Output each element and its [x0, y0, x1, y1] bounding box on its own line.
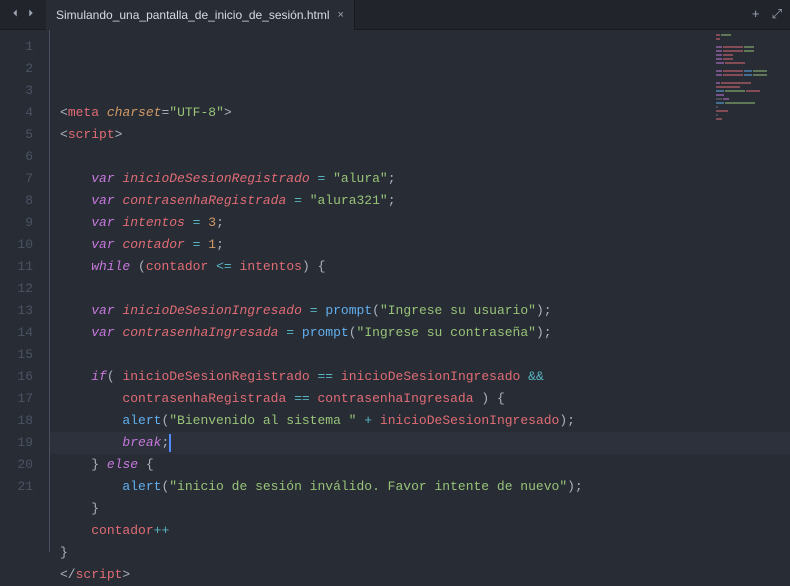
line-number: 7: [0, 168, 33, 190]
code-line[interactable]: var contrasenhaRegistrada = "alura321";: [50, 190, 790, 212]
text-cursor: [169, 434, 171, 452]
code-line[interactable]: }: [50, 542, 790, 564]
line-number: 19: [0, 432, 33, 454]
code-line[interactable]: <script>: [50, 124, 790, 146]
code-line[interactable]: }: [50, 498, 790, 520]
line-number: 5: [0, 124, 33, 146]
line-number: 11: [0, 256, 33, 278]
code-line[interactable]: var intentos = 3;: [50, 212, 790, 234]
code-line[interactable]: [50, 278, 790, 300]
line-number: 17: [0, 388, 33, 410]
titlebar-actions: + ⤢: [744, 7, 790, 22]
code-line[interactable]: var contador = 1;: [50, 234, 790, 256]
editor: 123456789101112131415161718192021 <meta …: [0, 30, 790, 552]
code-area[interactable]: <meta charset="UTF-8"><script> var inici…: [50, 30, 790, 552]
line-number-gutter: 123456789101112131415161718192021: [0, 30, 50, 552]
line-number: 16: [0, 366, 33, 388]
line-number: 2: [0, 58, 33, 80]
line-number: 6: [0, 146, 33, 168]
line-number: 4: [0, 102, 33, 124]
line-number: 12: [0, 278, 33, 300]
nav-forward-icon[interactable]: [24, 6, 38, 24]
line-number: 3: [0, 80, 33, 102]
add-tab-icon[interactable]: +: [752, 7, 760, 22]
line-number: 10: [0, 234, 33, 256]
line-number: 13: [0, 300, 33, 322]
code-line[interactable]: <meta charset="UTF-8">: [50, 102, 790, 124]
line-number: 1: [0, 36, 33, 58]
code-line[interactable]: [50, 146, 790, 168]
titlebar: Simulando_una_pantalla_de_inicio_de_sesi…: [0, 0, 790, 30]
code-line[interactable]: } else {: [50, 454, 790, 476]
code-line[interactable]: [50, 344, 790, 366]
line-number: 20: [0, 454, 33, 476]
code-line[interactable]: contrasenhaRegistrada == contrasenhaIngr…: [50, 388, 790, 410]
nav-arrows: [0, 6, 46, 24]
line-number: 8: [0, 190, 33, 212]
code-line[interactable]: var inicioDeSesionIngresado = prompt("In…: [50, 300, 790, 322]
code-line[interactable]: while (contador <= intentos) {: [50, 256, 790, 278]
code-line[interactable]: contador++: [50, 520, 790, 542]
tab-filename: Simulando_una_pantalla_de_inicio_de_sesi…: [56, 8, 330, 22]
code-line[interactable]: if( inicioDeSesionRegistrado == inicioDe…: [50, 366, 790, 388]
code-line[interactable]: alert("Bienvenido al sistema " + inicioD…: [50, 410, 790, 432]
nav-back-icon[interactable]: [8, 6, 22, 24]
line-number: 9: [0, 212, 33, 234]
line-number: 15: [0, 344, 33, 366]
line-number: 14: [0, 322, 33, 344]
line-number: 21: [0, 476, 33, 498]
code-line[interactable]: break;: [50, 432, 790, 454]
code-line[interactable]: var contrasenhaIngresada = prompt("Ingre…: [50, 322, 790, 344]
line-number: 18: [0, 410, 33, 432]
code-line[interactable]: var inicioDeSesionRegistrado = "alura";: [50, 168, 790, 190]
file-tab[interactable]: Simulando_una_pantalla_de_inicio_de_sesi…: [46, 0, 355, 30]
code-line[interactable]: </script>: [50, 564, 790, 586]
expand-icon[interactable]: ⤢: [772, 7, 782, 22]
code-line[interactable]: alert("inicio de sesión inválido. Favor …: [50, 476, 790, 498]
tab-close-icon[interactable]: ×: [338, 9, 344, 21]
